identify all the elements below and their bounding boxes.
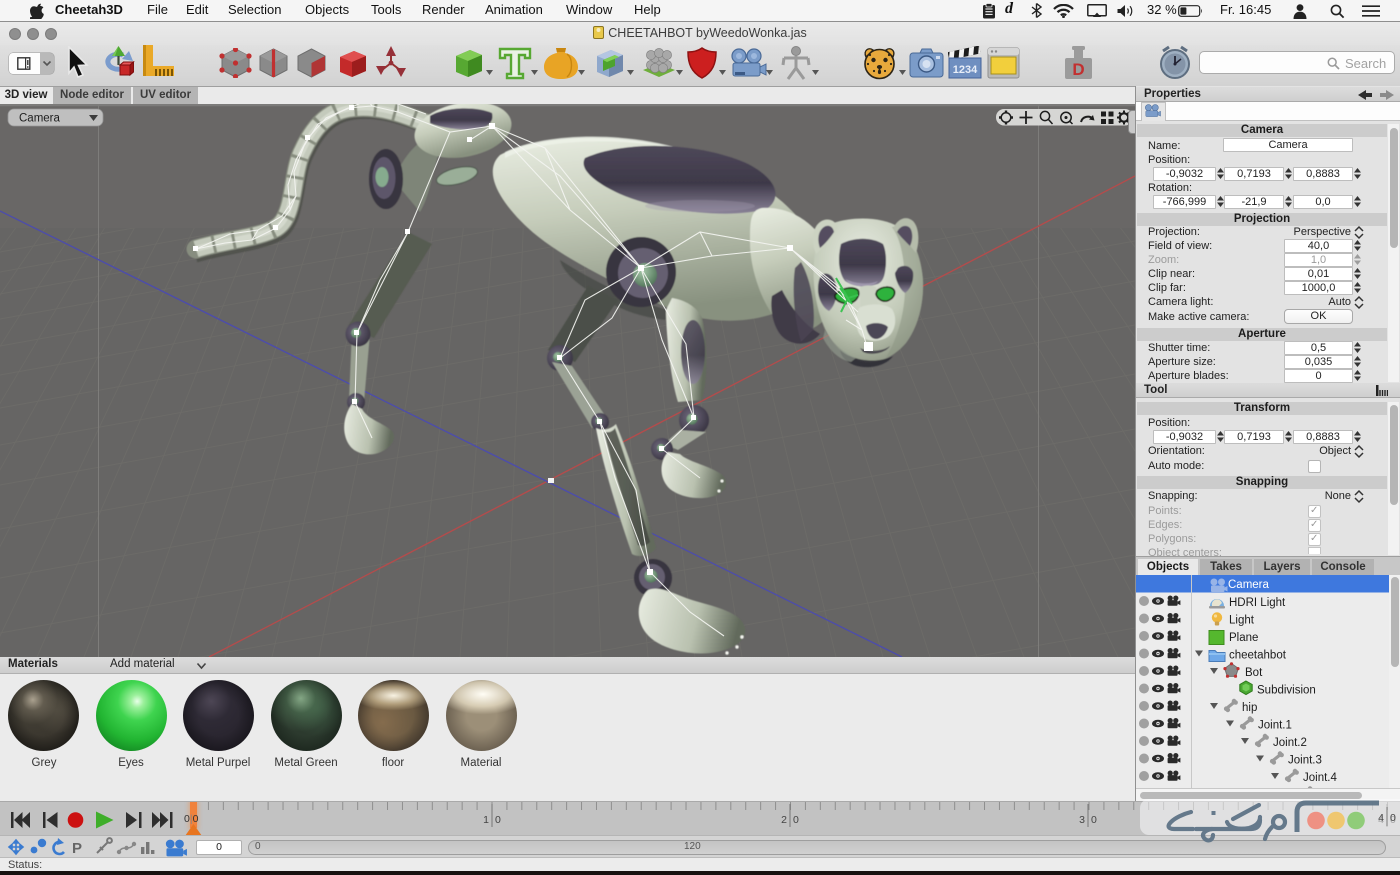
svg-text:0: 0 xyxy=(495,814,501,826)
svg-text:0: 0 xyxy=(793,814,799,826)
svg-text:3: 3 xyxy=(1079,814,1085,826)
svg-text:0: 0 xyxy=(1091,814,1097,826)
svg-text:Camera: Camera xyxy=(19,113,61,125)
svg-text:P: P xyxy=(72,840,82,857)
svg-text:0: 0 xyxy=(1390,812,1396,824)
svg-text:4: 4 xyxy=(1378,812,1384,824)
svg-text:2: 2 xyxy=(781,814,787,826)
svg-text:1: 1 xyxy=(483,814,489,826)
